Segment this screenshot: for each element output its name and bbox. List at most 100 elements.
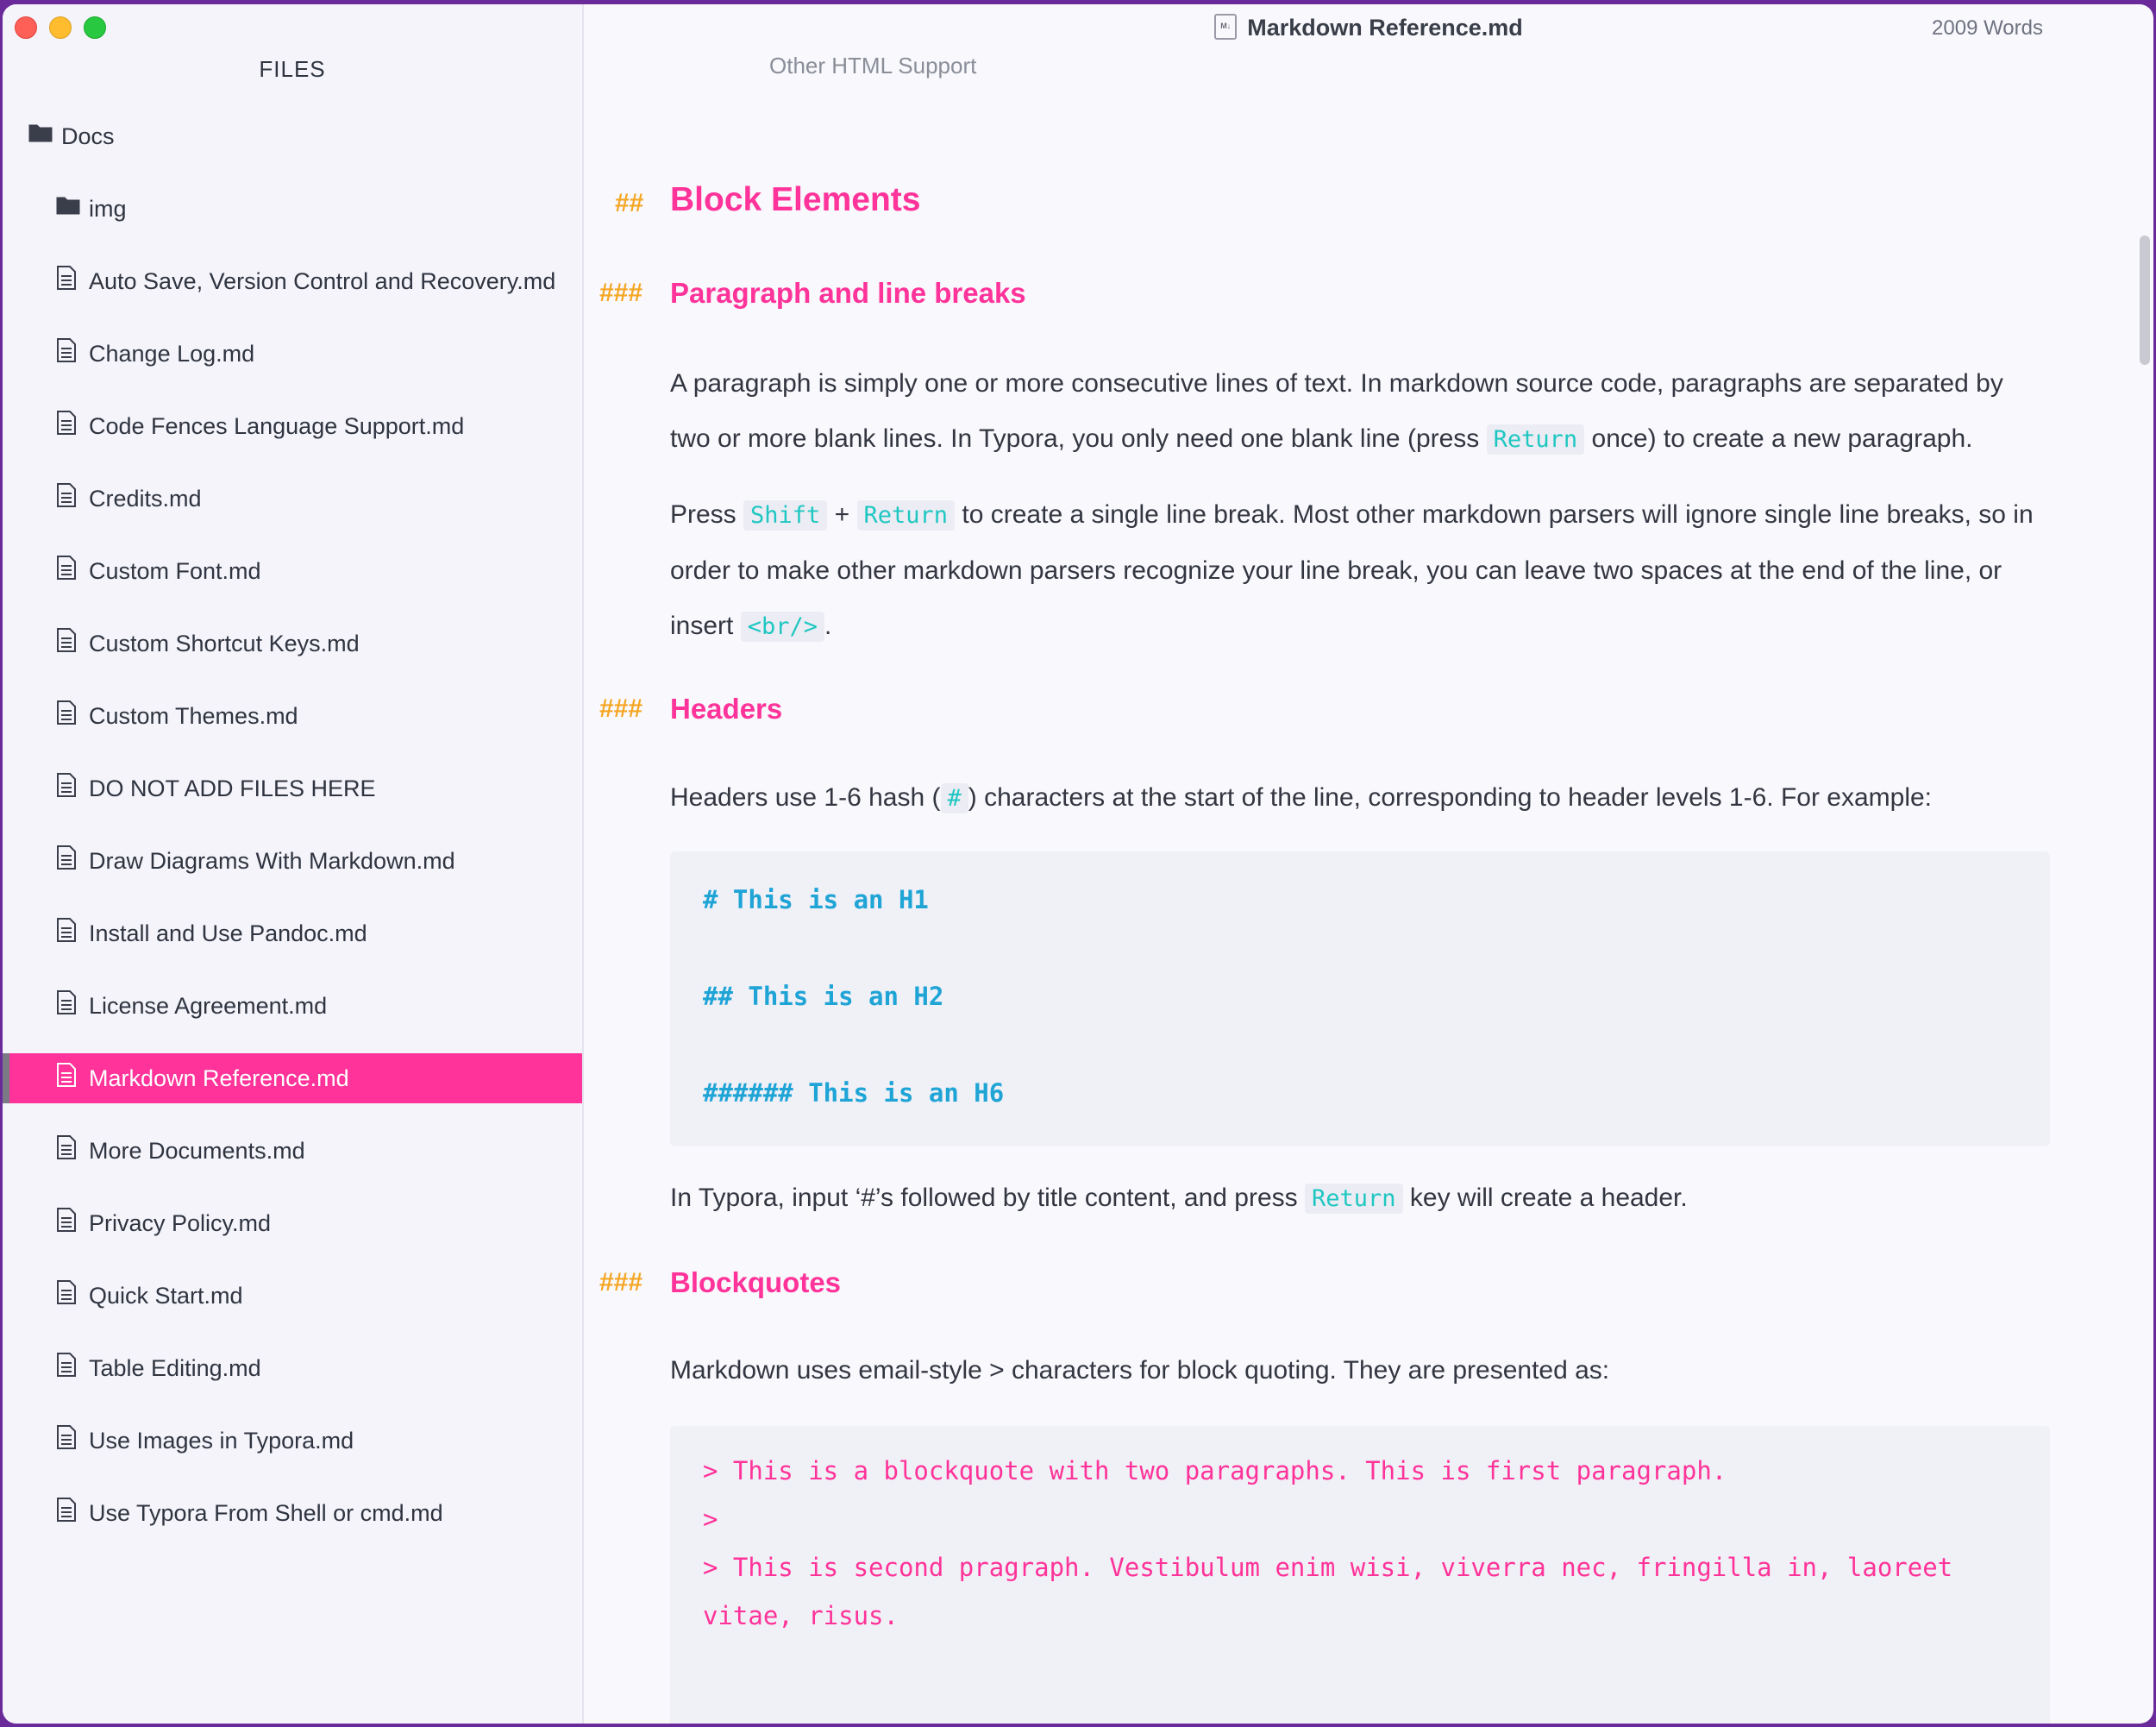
paragraph-text: key will create a header. [1402,1184,1688,1212]
code-line: vitae, risus. [703,1601,899,1630]
file-label: Draw Diagrams With Markdown.md [89,847,455,874]
code-block-blockquote[interactable]: > This is a blockquote with two paragrap… [670,1426,2050,1724]
file-item[interactable]: More Documents.md [3,1126,582,1176]
file-item[interactable]: Custom Shortcut Keys.md [3,619,582,669]
code-line: > This is second pragraph. Vestibulum en… [703,1553,1953,1582]
paragraph-text: . [824,612,832,640]
document-icon [56,556,80,580]
file-label: Privacy Policy.md [89,1209,272,1236]
document-icon [56,700,80,725]
file-label: DO NOT ADD FILES HERE [89,775,376,801]
document-icon [56,1425,80,1449]
document-title-bar: M↓ Markdown Reference.md [584,13,2153,42]
document-icon [56,483,80,507]
file-item[interactable]: Table Editing.md [3,1343,582,1393]
file-item[interactable]: Change Log.md [3,329,582,379]
inline-code: Return [1486,424,1585,455]
file-item[interactable]: Auto Save, Version Control and Recovery.… [3,256,582,306]
document-icon [56,1135,80,1159]
h3-marker: ### [599,279,643,307]
vertical-scrollbar[interactable] [2140,236,2150,365]
code-line: > [703,1504,718,1534]
file-label: Auto Save, Version Control and Recovery.… [89,267,556,294]
sidebar-title: FILES [259,56,326,82]
paragraph-3[interactable]: Headers use 1-6 hash (#) characters at t… [670,770,2050,826]
document-icon [56,845,80,870]
code-line: # This is an H1 [703,885,929,914]
maximize-window-button[interactable] [84,16,106,39]
paragraph-text: Press [670,500,744,529]
file-label: Code Fences Language Support.md [89,412,465,439]
inline-code: Return [1305,1184,1403,1214]
file-label: Table Editing.md [89,1354,261,1381]
file-label: Use Typora From Shell or cmd.md [89,1499,443,1526]
file-item[interactable]: Use Images in Typora.md [3,1416,582,1466]
code-block-headers[interactable]: # This is an H1 ## This is an H2 ###### … [670,851,2050,1146]
document-icon [56,1498,80,1522]
folder-label: Docs [61,122,115,149]
document-icon [56,411,80,435]
minimize-window-button[interactable] [49,16,72,39]
code-line: > This is a blockquote with two paragrap… [703,1456,1727,1485]
toc-link[interactable]: Other HTML Support [769,53,976,79]
folder-docs[interactable]: Docs [3,111,582,161]
file-label: Install and Use Pandoc.md [89,920,367,946]
file-item[interactable]: Use Typora From Shell or cmd.md [3,1488,582,1538]
heading-blockquotes[interactable]: Blockquotes [670,1266,841,1299]
folder-item[interactable]: img [3,184,582,234]
file-item[interactable]: License Agreement.md [3,981,582,1031]
editor-pane[interactable]: M↓ Markdown Reference.md 2009 Words Other… [584,4,2153,1724]
document-icon [56,1063,80,1087]
paragraph-text: ) characters at the start of the line, c… [968,783,1933,812]
heading-headers[interactable]: Headers [670,693,782,725]
heading-block-elements[interactable]: Block Elements [670,181,920,219]
file-item[interactable]: Privacy Policy.md [3,1198,582,1248]
folder-icon [56,193,80,217]
word-count[interactable]: 2009 Words [1932,16,2043,41]
file-label: img [89,195,127,222]
document-icon [56,628,80,652]
document-icon [56,773,80,797]
app-window: FILES Docs img Auto Save, Version Control… [3,4,2153,1724]
markdown-file-icon: M↓ [1214,13,1238,40]
file-item[interactable]: Draw Diagrams With Markdown.md [3,836,582,886]
paragraph-text: once) to create a new paragraph. [1584,424,1973,453]
inline-code: # [940,783,968,813]
inline-code: Return [856,500,956,531]
file-item[interactable]: Markdown Reference.md [3,1053,582,1103]
file-label: Quick Start.md [89,1282,243,1309]
close-window-button[interactable] [15,16,37,39]
h3-marker: ### [599,694,643,723]
file-item[interactable]: Custom Font.md [3,546,582,596]
paragraph-text: In Typora, input ‘#’s followed by title … [670,1184,1305,1212]
file-label: Custom Shortcut Keys.md [89,630,360,656]
file-item[interactable]: Credits.md [3,474,582,524]
file-item[interactable]: DO NOT ADD FILES HERE [3,763,582,813]
file-item[interactable]: Quick Start.md [3,1271,582,1321]
document-icon [56,990,80,1014]
file-label: Use Images in Typora.md [89,1427,354,1454]
document-icon [56,266,80,290]
document-icon [56,338,80,362]
h2-marker: ## [615,189,644,217]
paragraph-2[interactable]: Press Shift + Return to create a single … [670,487,2050,655]
inline-code: <br/> [740,612,824,642]
heading-paragraph[interactable]: Paragraph and line breaks [670,277,1026,310]
document-title: Markdown Reference.md [1247,15,1523,41]
code-line: ## This is an H2 [703,982,944,1011]
file-label: More Documents.md [89,1137,305,1164]
file-label: Custom Font.md [89,557,261,584]
file-label: Markdown Reference.md [89,1064,349,1091]
document-icon [56,918,80,942]
paragraph-4[interactable]: In Typora, input ‘#’s followed by title … [670,1171,2050,1227]
file-item[interactable]: Code Fences Language Support.md [3,401,582,451]
paragraph-5[interactable]: Markdown uses email-style > characters f… [670,1343,2050,1398]
document-icon [56,1280,80,1304]
folder-icon [28,121,53,145]
file-label: Credits.md [89,485,202,512]
file-item[interactable]: Install and Use Pandoc.md [3,908,582,958]
paragraph-1[interactable]: A paragraph is simply one or more consec… [670,356,2050,468]
file-item[interactable]: Custom Themes.md [3,691,582,741]
file-label: Change Log.md [89,340,255,367]
window-controls [15,16,106,39]
